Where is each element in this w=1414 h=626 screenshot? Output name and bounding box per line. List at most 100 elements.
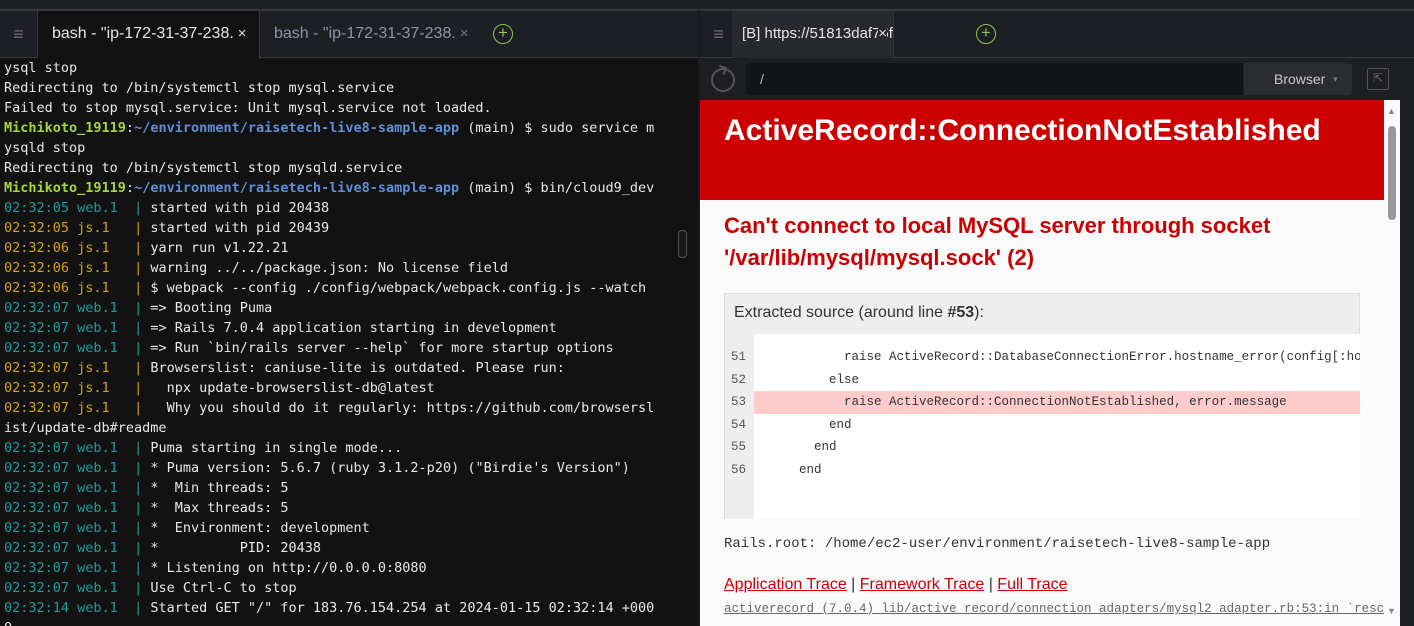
error-page: ActiveRecord::ConnectionNotEstablished C… bbox=[700, 100, 1384, 626]
line-text: Use Ctrl-C to stop bbox=[150, 580, 297, 596]
close-icon[interactable]: × bbox=[460, 25, 469, 42]
log-timestamp: 02:32:07 bbox=[4, 340, 70, 356]
log-process: web.1 bbox=[77, 520, 135, 536]
line-text: Redirecting to /bin/systemctl stop mysql… bbox=[4, 80, 395, 96]
tab-bash-2[interactable]: bash - "ip-172-31-37-238. × bbox=[260, 11, 480, 59]
log-process: web.1 bbox=[77, 440, 135, 456]
log-timestamp: 02:32:07 bbox=[4, 460, 70, 476]
log-timestamp: 02:32:06 bbox=[4, 260, 70, 276]
browser-pane: ≡ [B] https://51813daf75f94!× + / Browse… bbox=[700, 10, 1414, 626]
log-process: web.1 bbox=[77, 460, 135, 476]
line-number-gutter: 51 52 53 54 55 56 bbox=[725, 334, 754, 519]
terminal-line: 02:32:06 js.1 | warning ../../package.js… bbox=[4, 260, 508, 276]
log-process: js.1 bbox=[77, 260, 135, 276]
log-timestamp: 02:32:07 bbox=[4, 440, 70, 456]
log-timestamp: 02:32:07 bbox=[4, 380, 70, 396]
log-process: js.1 bbox=[77, 400, 135, 416]
line-text: started with pid 20439 bbox=[150, 220, 330, 236]
line-text: yarn run v1.22.21 bbox=[150, 240, 289, 256]
line-text: 0 bbox=[4, 620, 12, 626]
scroll-thumb[interactable] bbox=[1388, 126, 1396, 220]
browser-mode-select[interactable]: Browser ▼ bbox=[1244, 63, 1352, 95]
terminal-line: 02:32:07 web.1 | * Listening on http://0… bbox=[4, 560, 427, 576]
tab-browser[interactable]: [B] https://51813daf75f94!× bbox=[732, 11, 894, 59]
framework-trace-link[interactable]: Framework Trace bbox=[860, 576, 984, 593]
line-text: * Listening on http://0.0.0.0:8080 bbox=[150, 560, 427, 576]
scroll-up-icon[interactable]: ▲ bbox=[1387, 106, 1396, 116]
terminal-line: 02:32:07 web.1 | * Puma version: 5.6.7 (… bbox=[4, 460, 630, 476]
terminal-pane: ≡ bash - "ip-172-31-37-238. × bash - "ip-… bbox=[0, 10, 698, 626]
log-timestamp: 02:32:07 bbox=[4, 360, 70, 376]
source-code: 51 52 53 54 55 56 raise ActiveRecord::Databas… bbox=[725, 334, 1360, 519]
line-text: Browserslist: caniuse-lite is outdated. … bbox=[150, 360, 565, 376]
scroll-down-icon[interactable]: ▼ bbox=[1387, 606, 1396, 616]
code-line: else bbox=[754, 372, 860, 387]
url-input[interactable]: / bbox=[746, 63, 1243, 95]
log-process: web.1 bbox=[77, 320, 135, 336]
log-timestamp: 02:32:07 bbox=[4, 520, 70, 536]
application-trace-link[interactable]: Application Trace bbox=[724, 576, 847, 593]
log-process: web.1 bbox=[77, 600, 135, 616]
line-text: => Run `bin/rails server --help` for mor… bbox=[150, 340, 614, 356]
terminal-line: 02:32:05 js.1 | started with pid 20439 bbox=[4, 220, 330, 236]
source-header-suffix: ): bbox=[974, 304, 984, 321]
tab-label: bash - "ip-172-31-37-238. bbox=[274, 25, 456, 42]
tab-bash-1[interactable]: bash - "ip-172-31-37-238. × bbox=[38, 11, 260, 59]
menu-icon[interactable]: ≡ bbox=[0, 11, 38, 58]
terminal-line: 02:32:07 web.1 | * PID: 20438 bbox=[4, 540, 322, 556]
log-process: js.1 bbox=[77, 280, 135, 296]
highlighted-code-line: raise ActiveRecord::ConnectionNotEstabli… bbox=[754, 391, 1360, 414]
line-text: (main) $ bin/cloud9_dev bbox=[459, 180, 655, 196]
line-number: 51 bbox=[731, 350, 747, 364]
log-process: web.1 bbox=[77, 500, 135, 516]
prompt-user: Michikoto_19119 bbox=[4, 120, 126, 136]
line-text: * Puma version: 5.6.7 (ruby 3.1.2-p20) (… bbox=[150, 460, 630, 476]
popout-icon[interactable]: ⇱ bbox=[1367, 68, 1389, 90]
terminal-line: 02:32:07 web.1 | => Booting Puma bbox=[4, 300, 273, 316]
error-message: Can't connect to local MySQL server thro… bbox=[724, 213, 1271, 270]
log-timestamp: 02:32:07 bbox=[4, 500, 70, 516]
code-line: end bbox=[754, 463, 822, 477]
line-number: 56 bbox=[731, 463, 747, 477]
address-bar: / Browser ▼ ⇱ bbox=[700, 58, 1414, 100]
line-text: Started GET "/" for 183.76.154.254 at 20… bbox=[150, 600, 655, 616]
terminal-line: Failed to stop mysql.service: Unit mysql… bbox=[4, 98, 654, 118]
line-text: ysqld stop bbox=[4, 140, 86, 156]
reload-icon[interactable] bbox=[711, 68, 735, 92]
terminal-line: ist/update-db#readme bbox=[4, 418, 654, 438]
source-header-prefix: Extracted source (around line bbox=[734, 304, 948, 321]
terminal-line: 02:32:06 js.1 | $ webpack --config ./con… bbox=[4, 280, 647, 296]
log-timestamp: 02:32:07 bbox=[4, 480, 70, 496]
trace-line-link[interactable]: activerecord (7.0.4) lib/active_record/c… bbox=[724, 602, 1384, 616]
log-process: web.1 bbox=[77, 580, 135, 596]
full-trace-link[interactable]: Full Trace bbox=[997, 576, 1067, 593]
code-line: end bbox=[754, 417, 852, 432]
tab-label: [B] https://51813daf75f94! bbox=[742, 25, 893, 42]
add-tab-icon[interactable]: + bbox=[976, 24, 996, 44]
log-timestamp: 02:32:07 bbox=[4, 320, 70, 336]
terminal-tab-bar: ≡ bash - "ip-172-31-37-238. × bash - "ip-… bbox=[0, 10, 698, 59]
terminal-scrollbar[interactable] bbox=[678, 230, 687, 258]
top-strip bbox=[0, 0, 1414, 10]
log-timestamp: 02:32:07 bbox=[4, 540, 70, 556]
log-timestamp: 02:32:05 bbox=[4, 220, 70, 236]
close-icon[interactable]: × bbox=[238, 25, 247, 42]
terminal-line: 02:32:07 web.1 | Puma starting in single… bbox=[4, 440, 403, 456]
log-process: js.1 bbox=[77, 240, 135, 256]
line-number: 52 bbox=[731, 372, 747, 387]
line-text: npx update-browserslist-db@latest bbox=[150, 380, 435, 396]
terminal-line: 02:32:14 web.1 | Started GET "/" for 183… bbox=[4, 600, 655, 616]
terminal-line: 02:32:07 web.1 | Use Ctrl-C to stop bbox=[4, 580, 297, 596]
add-tab-icon[interactable]: + bbox=[493, 24, 513, 44]
terminal-line: Michikoto_19119:~/environment/raisetech-… bbox=[4, 180, 655, 196]
page-scrollbar[interactable]: ▲ ▼ bbox=[1384, 100, 1400, 626]
line-number: 55 bbox=[731, 440, 747, 455]
close-icon[interactable]: × bbox=[878, 11, 887, 57]
line-text: => Booting Puma bbox=[150, 300, 273, 316]
browser-mode-label: Browser bbox=[1274, 71, 1326, 87]
terminal-line: 02:32:07 js.1 | Why you should do it reg… bbox=[4, 400, 655, 416]
code-line: raise ActiveRecord::DatabaseConnectionEr… bbox=[754, 350, 1360, 364]
tab-label: bash - "ip-172-31-37-238. bbox=[52, 25, 234, 42]
line-text: * Min threads: 5 bbox=[150, 480, 289, 496]
terminal-output[interactable]: ysql stop Redirecting to /bin/systemctl s… bbox=[4, 58, 654, 626]
